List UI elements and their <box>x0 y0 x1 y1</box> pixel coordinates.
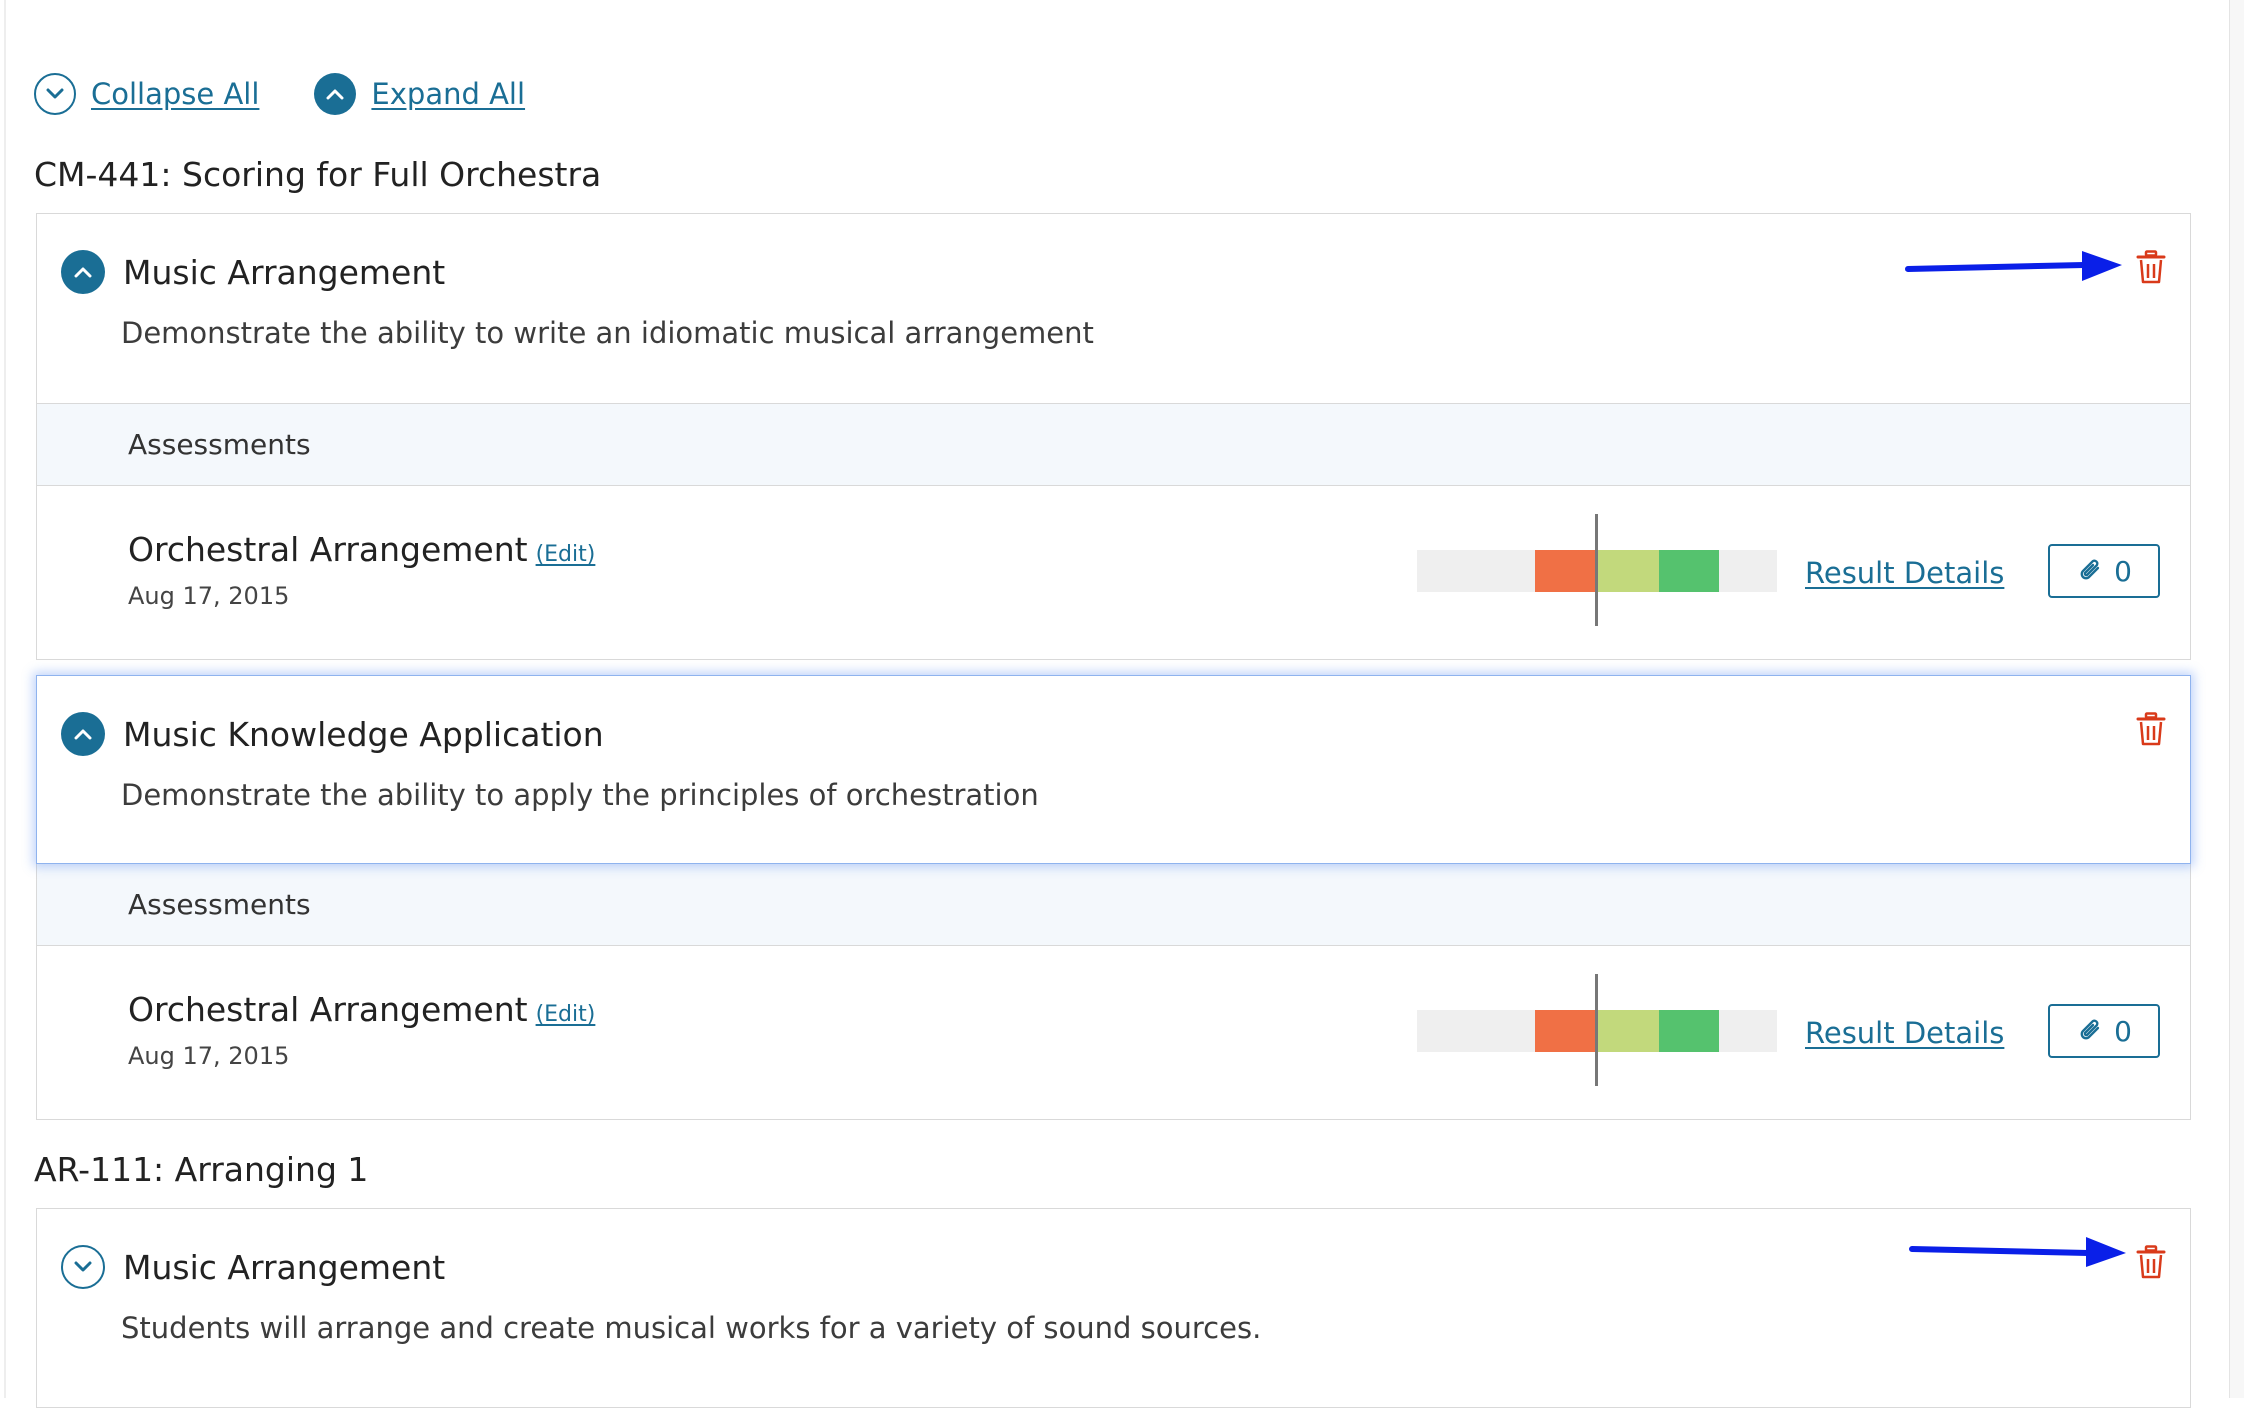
outcome-card: Music Knowledge Application Demonstrate … <box>36 675 2191 864</box>
assessment-title: Orchestral Arrangement <box>128 990 528 1029</box>
course-heading: AR-111: Arranging 1 <box>34 1150 369 1189</box>
attachment-count: 0 <box>2114 1014 2132 1048</box>
outcome-title: Music Arrangement <box>123 1247 446 1287</box>
result-segment-meets <box>1597 550 1659 592</box>
assessment-row: Orchestral Arrangement (Edit) Aug 17, 201… <box>36 946 2191 1120</box>
collapse-all-link[interactable]: Collapse All <box>91 77 259 111</box>
paperclip-icon <box>2080 1019 2100 1040</box>
toggle-toolbar: Collapse All Expand All <box>34 70 580 118</box>
attachments-button[interactable]: 0 <box>2048 544 2160 598</box>
outcome-description: Demonstrate the ability to write an idio… <box>121 316 1094 350</box>
assessments-label: Assessments <box>128 888 311 921</box>
chevron-down-circle-icon[interactable] <box>34 73 76 115</box>
annotation-arrow <box>1905 251 2122 281</box>
assessment-date: Aug 17, 2015 <box>128 1042 290 1070</box>
result-segment-meets <box>1597 1010 1659 1052</box>
outcome-title-row: Music Knowledge Application <box>61 712 604 756</box>
chevron-down-circle-icon[interactable] <box>61 1245 105 1289</box>
result-segment-below <box>1535 550 1597 592</box>
result-marker <box>1595 514 1598 626</box>
outcome-description: Students will arrange and create musical… <box>121 1311 1262 1345</box>
result-marker <box>1595 974 1598 1086</box>
result-bar <box>1417 514 1777 626</box>
assessments-label: Assessments <box>128 428 311 461</box>
assessment-name: Orchestral Arrangement (Edit) <box>128 990 595 1029</box>
trash-icon[interactable] <box>2136 712 2166 746</box>
assessment-row: Orchestral Arrangement (Edit) Aug 17, 201… <box>36 486 2191 660</box>
outcome-description: Demonstrate the ability to apply the pri… <box>121 778 1039 812</box>
edit-link[interactable]: (Edit) <box>536 1002 596 1027</box>
expand-all-link[interactable]: Expand All <box>371 77 525 111</box>
result-details-link[interactable]: Result Details <box>1805 1016 2004 1050</box>
result-segment-exceeds <box>1659 550 1719 592</box>
outcome-title: Music Arrangement <box>123 252 446 292</box>
assessments-header: Assessments <box>36 404 2191 486</box>
scrollbar[interactable] <box>2229 0 2244 1398</box>
annotation-arrow <box>1909 1237 2126 1267</box>
assessments-header: Assessments <box>36 864 2191 946</box>
result-segment-below <box>1535 1010 1597 1052</box>
result-details-link[interactable]: Result Details <box>1805 556 2004 590</box>
assessment-date: Aug 17, 2015 <box>128 582 290 610</box>
chevron-up-circle-icon[interactable] <box>61 712 105 756</box>
outcome-card: Music Arrangement Students will arrange … <box>36 1208 2191 1408</box>
page: Collapse All Expand All CM-441: Scoring … <box>0 0 2230 1408</box>
assessment-name: Orchestral Arrangement (Edit) <box>128 530 595 569</box>
outcome-title-row: Music Arrangement <box>61 1245 445 1289</box>
attachment-count: 0 <box>2114 554 2132 588</box>
course-heading: CM-441: Scoring for Full Orchestra <box>34 155 602 194</box>
paperclip-icon <box>2080 559 2100 580</box>
attachments-button[interactable]: 0 <box>2048 1004 2160 1058</box>
result-segment-exceeds <box>1659 1010 1719 1052</box>
outcome-card: Music Arrangement Demonstrate the abilit… <box>36 213 2191 404</box>
chevron-up-circle-icon[interactable] <box>61 250 105 294</box>
outcome-title: Music Knowledge Application <box>123 714 604 754</box>
edit-link[interactable]: (Edit) <box>536 542 596 567</box>
result-bar <box>1417 974 1777 1086</box>
expand-all-control[interactable]: Expand All <box>314 73 525 115</box>
chevron-up-circle-icon[interactable] <box>314 73 357 115</box>
divider <box>4 0 6 1398</box>
collapse-all-control[interactable]: Collapse All <box>34 73 259 115</box>
assessment-title: Orchestral Arrangement <box>128 530 528 569</box>
outcome-title-row: Music Arrangement <box>61 250 445 294</box>
